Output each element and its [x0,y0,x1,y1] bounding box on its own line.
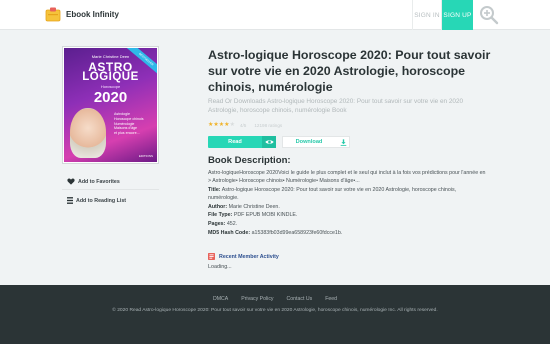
meta-author-value: Marie Christine Deen. [228,204,280,210]
footer-copyright: © 2020 Read Astro-logique Horoscope 2020… [112,308,438,313]
meta-pages-label: Pages: [208,221,226,227]
cover-title-line2: LOGIQUE [82,71,139,83]
add-to-reading-list-label: Add to Reading List [76,197,127,204]
rating-count: 12198 ratings [254,122,283,128]
meta-author: Author: Marie Christine Deen. [208,203,488,211]
cover-title-year: 2020 [93,89,128,106]
search-icon[interactable] [479,5,499,25]
recent-activity-label: Recent Member Activity [219,253,279,260]
activity-loading-text: Loading... [208,264,232,270]
rating-value: 4/5 [239,122,247,128]
meta-md5-value: a15383fb03d99ea658923fe60fdcce1b. [251,230,343,236]
footer: DMCA Privacy Policy Contact Us Feed © 20… [0,285,550,344]
book-cover[interactable]: BESTSELLER Marie Christine Deen ASTRO LO… [62,46,159,164]
download-icon[interactable] [336,136,350,148]
cover-portrait [70,108,106,158]
description-text: Astro-logiqueHoroscope 2020Voici le guid… [208,170,486,185]
signin-link[interactable]: SIGN IN [412,0,442,30]
meta-title-value: Astro-logique Horoscope 2020: Pour tout … [208,187,457,202]
brand-logo-link[interactable]: Ebook Infinity [45,6,119,22]
meta-filetype-value: PDF EPUB MOBI KINDLE. [233,212,298,218]
book-subtitle: Read Or Downloads Astro-logique Horoscop… [208,98,464,115]
footer-link-privacy[interactable]: Privacy Policy [241,296,273,302]
add-to-reading-list-button[interactable]: Add to Reading List [67,197,126,204]
cover-topics: Astrologie Horoscope chinois Numérologie… [114,112,154,136]
meta-filetype: File Type: PDF EPUB MOBI KINDLE. [208,211,488,219]
cover-publisher: EDITIONS [138,154,153,158]
add-to-favorites-button[interactable]: Add to Favorites [67,178,120,185]
rating-row: ★ ★ ★ ★ ★ 4/5 12198 ratings [208,122,282,128]
heart-icon [67,178,75,185]
meta-pages: Pages: 452. [208,220,488,228]
description-heading: Book Description: [208,155,291,166]
meta-author-label: Author: [208,204,228,210]
meta-filetype-label: File Type: [208,212,233,218]
top-navbar: Ebook Infinity SIGN IN SIGN UP [0,0,550,30]
meta-pages-value: 452. [226,221,238,227]
eye-icon[interactable] [262,136,276,148]
list-icon [67,197,73,204]
recent-activity-link[interactable]: Recent Member Activity [208,253,279,260]
sidebar-divider [62,189,159,190]
star-rating: ★ ★ ★ ★ ★ [208,122,235,128]
meta-title: Title: Astro-logique Horoscope 2020: Pou… [208,186,488,202]
cover-topic: et plus encore... [114,131,140,136]
footer-link-dmca[interactable]: DMCA [213,296,228,302]
footer-links: DMCA Privacy Policy Contact Us Feed [0,296,550,302]
footer-link-feed[interactable]: Feed [325,296,337,302]
book-title: Astro-logique Horoscope 2020: Pour tout … [208,48,491,95]
brand-name: Ebook Infinity [66,9,119,19]
book-bag-icon [45,7,61,22]
add-to-favorites-label: Add to Favorites [78,178,120,185]
star-icon: ★ [229,122,235,128]
read-button-label: Read [228,139,242,145]
cover-author: Marie Christine Deen [91,54,130,59]
signup-button[interactable]: SIGN UP [442,0,473,30]
meta-title-label: Title: [208,187,221,193]
book-cover-image: BESTSELLER Marie Christine Deen ASTRO LO… [64,48,157,162]
download-button-label: Download [295,139,323,145]
activity-icon [208,253,215,260]
meta-md5-label: MD5 Hash Code: [208,230,251,236]
meta-md5: MD5 Hash Code: a15383fb03d99ea658923fe60… [208,229,488,237]
footer-link-contact[interactable]: Contact Us [287,296,313,302]
